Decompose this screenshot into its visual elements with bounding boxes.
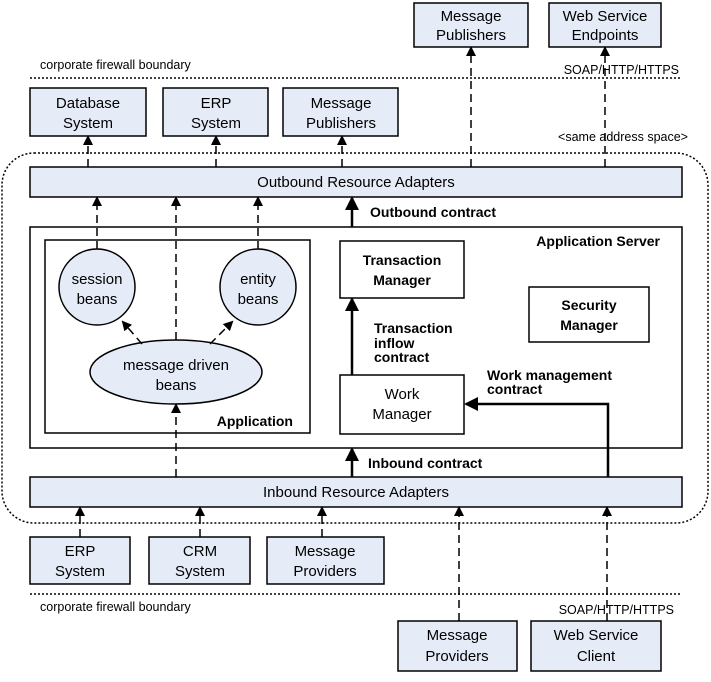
svg-text:Message: Message: [295, 543, 356, 560]
top-message-publishers-box: Message Publishers: [413, 2, 529, 48]
firewall-label-bottom: corporate firewall boundary: [40, 600, 192, 614]
svg-text:Outbound Resource Adapters: Outbound Resource Adapters: [257, 174, 455, 191]
svg-text:Message: Message: [311, 95, 372, 112]
erp-system-in-box: ERP System: [29, 536, 131, 585]
svg-text:System: System: [191, 115, 241, 132]
svg-text:beans: beans: [77, 291, 118, 308]
svg-text:CRM: CRM: [183, 543, 217, 560]
svg-text:Providers: Providers: [293, 563, 356, 580]
erp-system-out-box: ERP System: [162, 87, 269, 137]
svg-text:session: session: [72, 271, 123, 288]
svg-text:message driven: message driven: [123, 357, 229, 374]
svg-text:System: System: [63, 115, 113, 132]
security-manager-box: Security Manager: [528, 286, 650, 343]
svg-text:beans: beans: [156, 377, 197, 394]
svg-text:Providers: Providers: [425, 648, 488, 665]
database-system-box: Database System: [29, 87, 147, 137]
jca-architecture-diagram: Message Publishers Web Service Endpoints…: [1, 2, 709, 672]
session-beans: session beans: [58, 248, 136, 326]
svg-text:ERP: ERP: [65, 543, 96, 560]
application-title: Application: [217, 413, 293, 429]
svg-text:Manager: Manager: [560, 317, 618, 333]
message-driven-beans: message driven beans: [89, 339, 263, 405]
svg-text:Work: Work: [385, 386, 420, 403]
svg-text:Manager: Manager: [373, 272, 431, 288]
svg-text:contract: contract: [487, 381, 543, 397]
message-providers-in-box: Message Providers: [266, 536, 385, 585]
svg-text:Message: Message: [441, 8, 502, 25]
protocol-label-bottom: SOAP/HTTP/HTTPS: [559, 603, 674, 617]
svg-text:Publishers: Publishers: [306, 115, 376, 132]
svg-text:Client: Client: [577, 648, 616, 665]
address-space-label: <same address space>: [558, 130, 688, 144]
svg-text:Web Service: Web Service: [554, 627, 639, 644]
svg-text:Message: Message: [427, 627, 488, 644]
entity-beans: entity beans: [219, 248, 297, 326]
transaction-manager-box: Transaction Manager: [339, 240, 465, 299]
svg-text:Security: Security: [561, 297, 616, 313]
web-service-endpoints-box: Web Service Endpoints: [548, 2, 662, 48]
svg-text:beans: beans: [238, 291, 279, 308]
message-publishers-box: Message Publishers: [282, 87, 399, 137]
message-providers-bottom-box: Message Providers: [397, 620, 518, 672]
svg-text:Manager: Manager: [372, 406, 431, 423]
web-service-client-box: Web Service Client: [530, 620, 662, 672]
svg-text:Endpoints: Endpoints: [572, 27, 639, 44]
svg-text:Publishers: Publishers: [436, 27, 506, 44]
svg-text:ERP: ERP: [201, 95, 232, 112]
svg-text:entity: entity: [240, 271, 276, 288]
crm-system-box: CRM System: [148, 536, 251, 585]
work-manager-box: Work Manager: [339, 374, 465, 435]
svg-text:Transaction: Transaction: [363, 252, 442, 268]
svg-text:contract: contract: [374, 349, 430, 365]
firewall-label-top: corporate firewall boundary: [40, 58, 192, 72]
outbound-resource-adapters-box: Outbound Resource Adapters: [29, 166, 683, 198]
inbound-resource-adapters-box: Inbound Resource Adapters: [29, 476, 683, 508]
svg-text:Database: Database: [56, 95, 120, 112]
outbound-contract-label: Outbound contract: [370, 204, 496, 220]
inbound-contract-label: Inbound contract: [368, 455, 483, 471]
svg-text:Inbound Resource Adapters: Inbound Resource Adapters: [263, 484, 449, 501]
svg-text:Transaction: Transaction: [374, 320, 453, 336]
application-server-title: Application Server: [536, 233, 660, 249]
svg-text:System: System: [55, 563, 105, 580]
protocol-label-top: SOAP/HTTP/HTTPS: [564, 63, 679, 77]
svg-text:Web Service: Web Service: [563, 8, 648, 25]
svg-text:System: System: [175, 563, 225, 580]
